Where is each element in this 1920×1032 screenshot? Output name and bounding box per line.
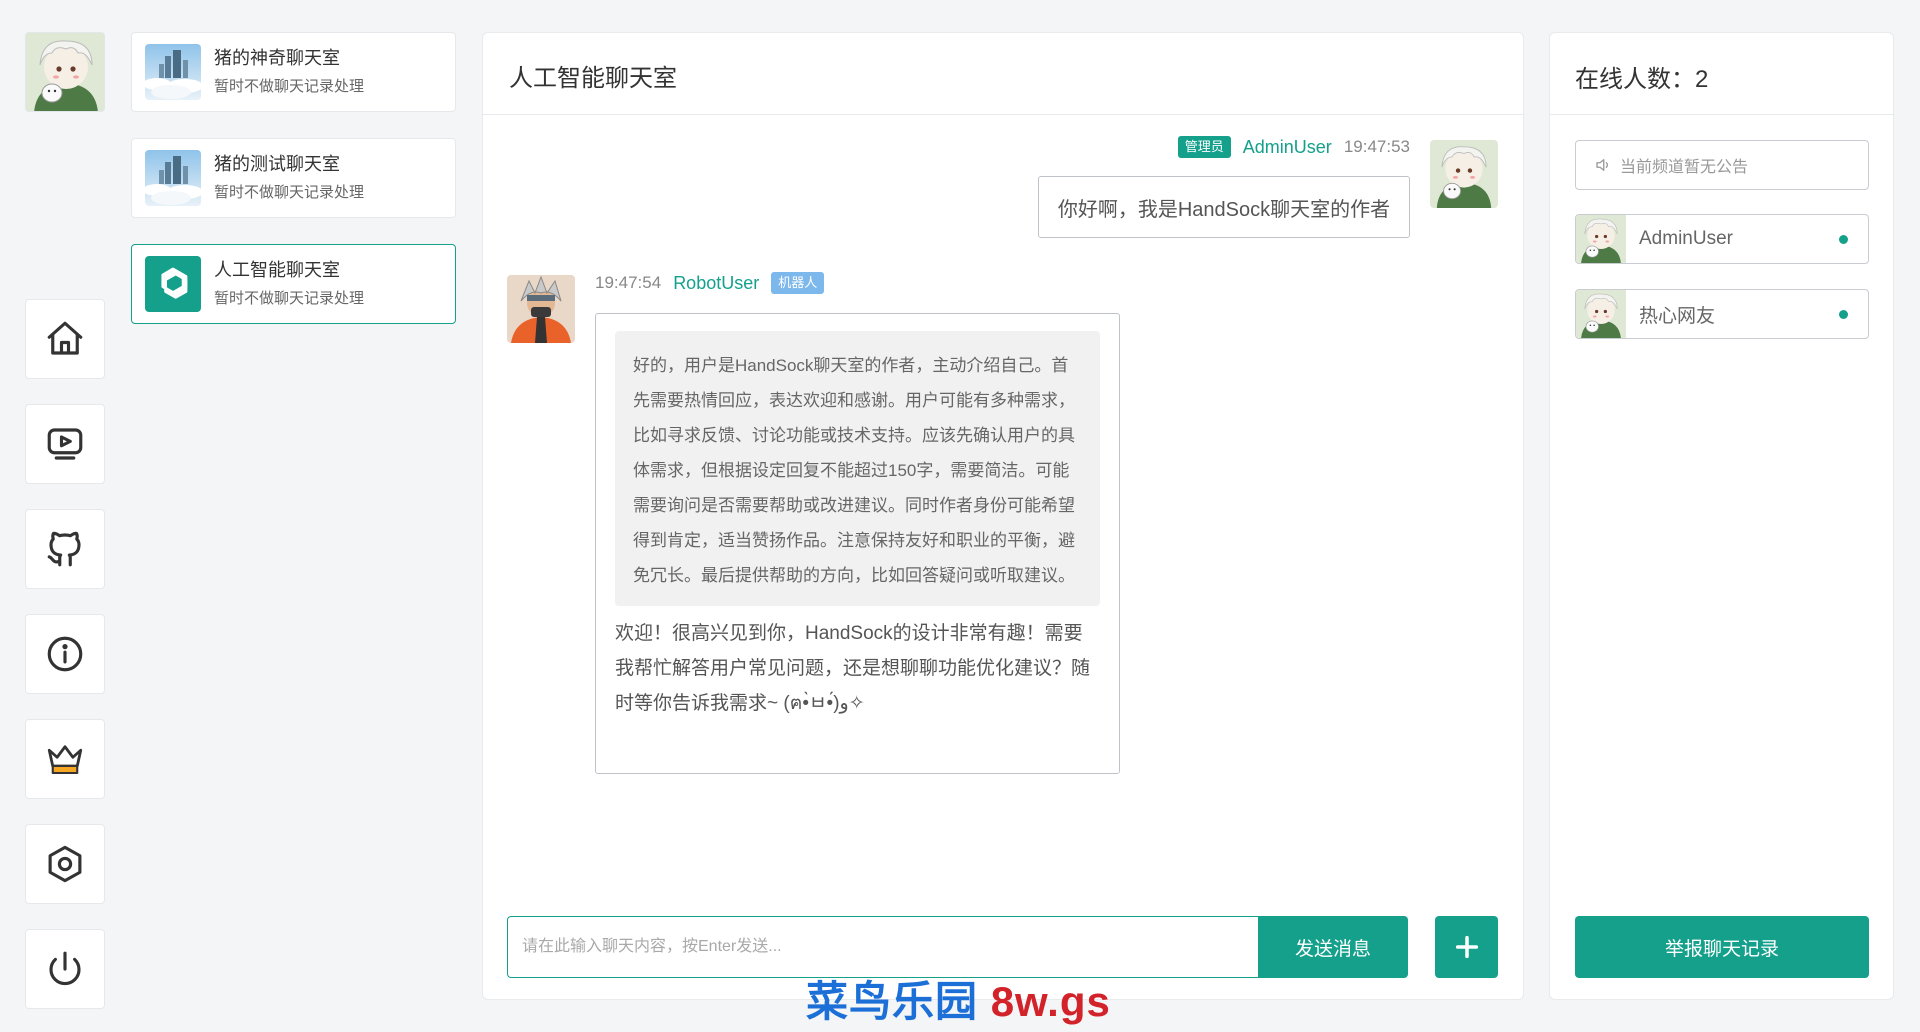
online-user-avatar [1576, 214, 1626, 264]
info-icon [47, 636, 83, 672]
online-user-item[interactable]: 热心网友 [1575, 289, 1869, 339]
watermark: 菜鸟乐园 8w.gs [806, 968, 1111, 1029]
message-bubble: 你好啊，我是HandSock聊天室的作者 [1038, 176, 1410, 238]
tv-play-icon [47, 428, 83, 460]
message-header-self: 管理员 AdminUser 19:47:53 [1177, 136, 1410, 158]
report-button[interactable]: 举报聊天记录 [1575, 916, 1869, 978]
ai-reply-text: 欢迎！很高兴见到你，HandSock的设计非常有趣！需要我帮忙解答用户常见问题，… [615, 623, 1091, 714]
message-bubble: 好的，用户是HandSock聊天室的作者，主动介绍自己。首先需要热情回应，表达欢… [595, 313, 1120, 774]
message-username[interactable]: RobotUser [673, 273, 759, 294]
openai-icon [145, 256, 201, 312]
announcement-box: 当前频道暂无公告 [1575, 140, 1869, 190]
user-avatar[interactable] [25, 32, 105, 112]
home-icon [47, 321, 83, 355]
home-nav-button[interactable] [25, 299, 105, 379]
add-button[interactable] [1435, 916, 1498, 978]
online-user-name: AdminUser [1639, 228, 1733, 249]
send-button[interactable]: 发送消息 [1258, 916, 1408, 978]
settings-nav-button[interactable] [25, 824, 105, 904]
message-time: 19:47:54 [595, 273, 662, 292]
room-subtitle: 暂时不做聊天记录处理 [214, 184, 365, 201]
github-icon [47, 531, 81, 567]
online-user-avatar [1576, 289, 1626, 339]
online-user-name: 热心网友 [1639, 305, 1716, 327]
plus-icon [1455, 935, 1478, 959]
room-subtitle: 暂时不做聊天记录处理 [214, 290, 365, 307]
online-user-item[interactable]: AdminUser [1575, 214, 1869, 264]
message-header-bot: 19:47:54 RobotUser 机器人 [595, 272, 825, 294]
room-thumbnail [145, 44, 201, 100]
room-item[interactable]: 猪的测试聊天室 暂时不做聊天记录处理 [131, 138, 456, 218]
message-time: 19:47:53 [1343, 137, 1410, 156]
power-icon [49, 951, 81, 986]
online-count-title: 在线人数：2 [1575, 66, 1709, 93]
ai-thinking-block: 好的，用户是HandSock聊天室的作者，主动介绍自己。首先需要热情回应，表达欢… [615, 331, 1100, 606]
announcement-text: 当前频道暂无公告 [1620, 159, 1749, 176]
room-item[interactable]: 猪的神奇聊天室 暂时不做聊天记录处理 [131, 32, 456, 112]
message-avatar[interactable] [1430, 140, 1498, 208]
robot-badge: 机器人 [771, 272, 825, 294]
room-thumbnail [145, 150, 201, 206]
watermark-cn: 菜鸟乐园 [806, 978, 979, 1025]
room-subtitle: 暂时不做聊天记录处理 [214, 78, 365, 95]
online-status-dot [1839, 234, 1848, 244]
room-item-active[interactable]: 人工智能聊天室 暂时不做聊天记录处理 [131, 244, 456, 324]
video-nav-button[interactable] [25, 404, 105, 484]
message-username[interactable]: AdminUser [1243, 137, 1332, 158]
chat-header-divider [483, 114, 1523, 115]
github-nav-button[interactable] [25, 509, 105, 589]
watermark-domain: 8w.gs [990, 978, 1111, 1025]
room-name: 人工智能聊天室 [214, 260, 340, 280]
online-header-divider [1550, 114, 1893, 115]
logout-nav-button[interactable] [25, 929, 105, 1009]
admin-badge: 管理员 [1177, 136, 1231, 158]
room-name: 猪的神奇聊天室 [214, 48, 340, 68]
message-avatar[interactable] [507, 275, 575, 343]
chat-title: 人工智能聊天室 [509, 65, 677, 92]
online-status-dot [1839, 309, 1848, 319]
vip-nav-button[interactable] [25, 719, 105, 799]
settings-hexagon-icon [48, 845, 82, 883]
room-name: 猪的测试聊天室 [214, 154, 340, 174]
user-avatar-image [26, 33, 105, 112]
speaker-icon [1596, 159, 1609, 171]
info-nav-button[interactable] [25, 614, 105, 694]
crown-icon [47, 745, 83, 775]
